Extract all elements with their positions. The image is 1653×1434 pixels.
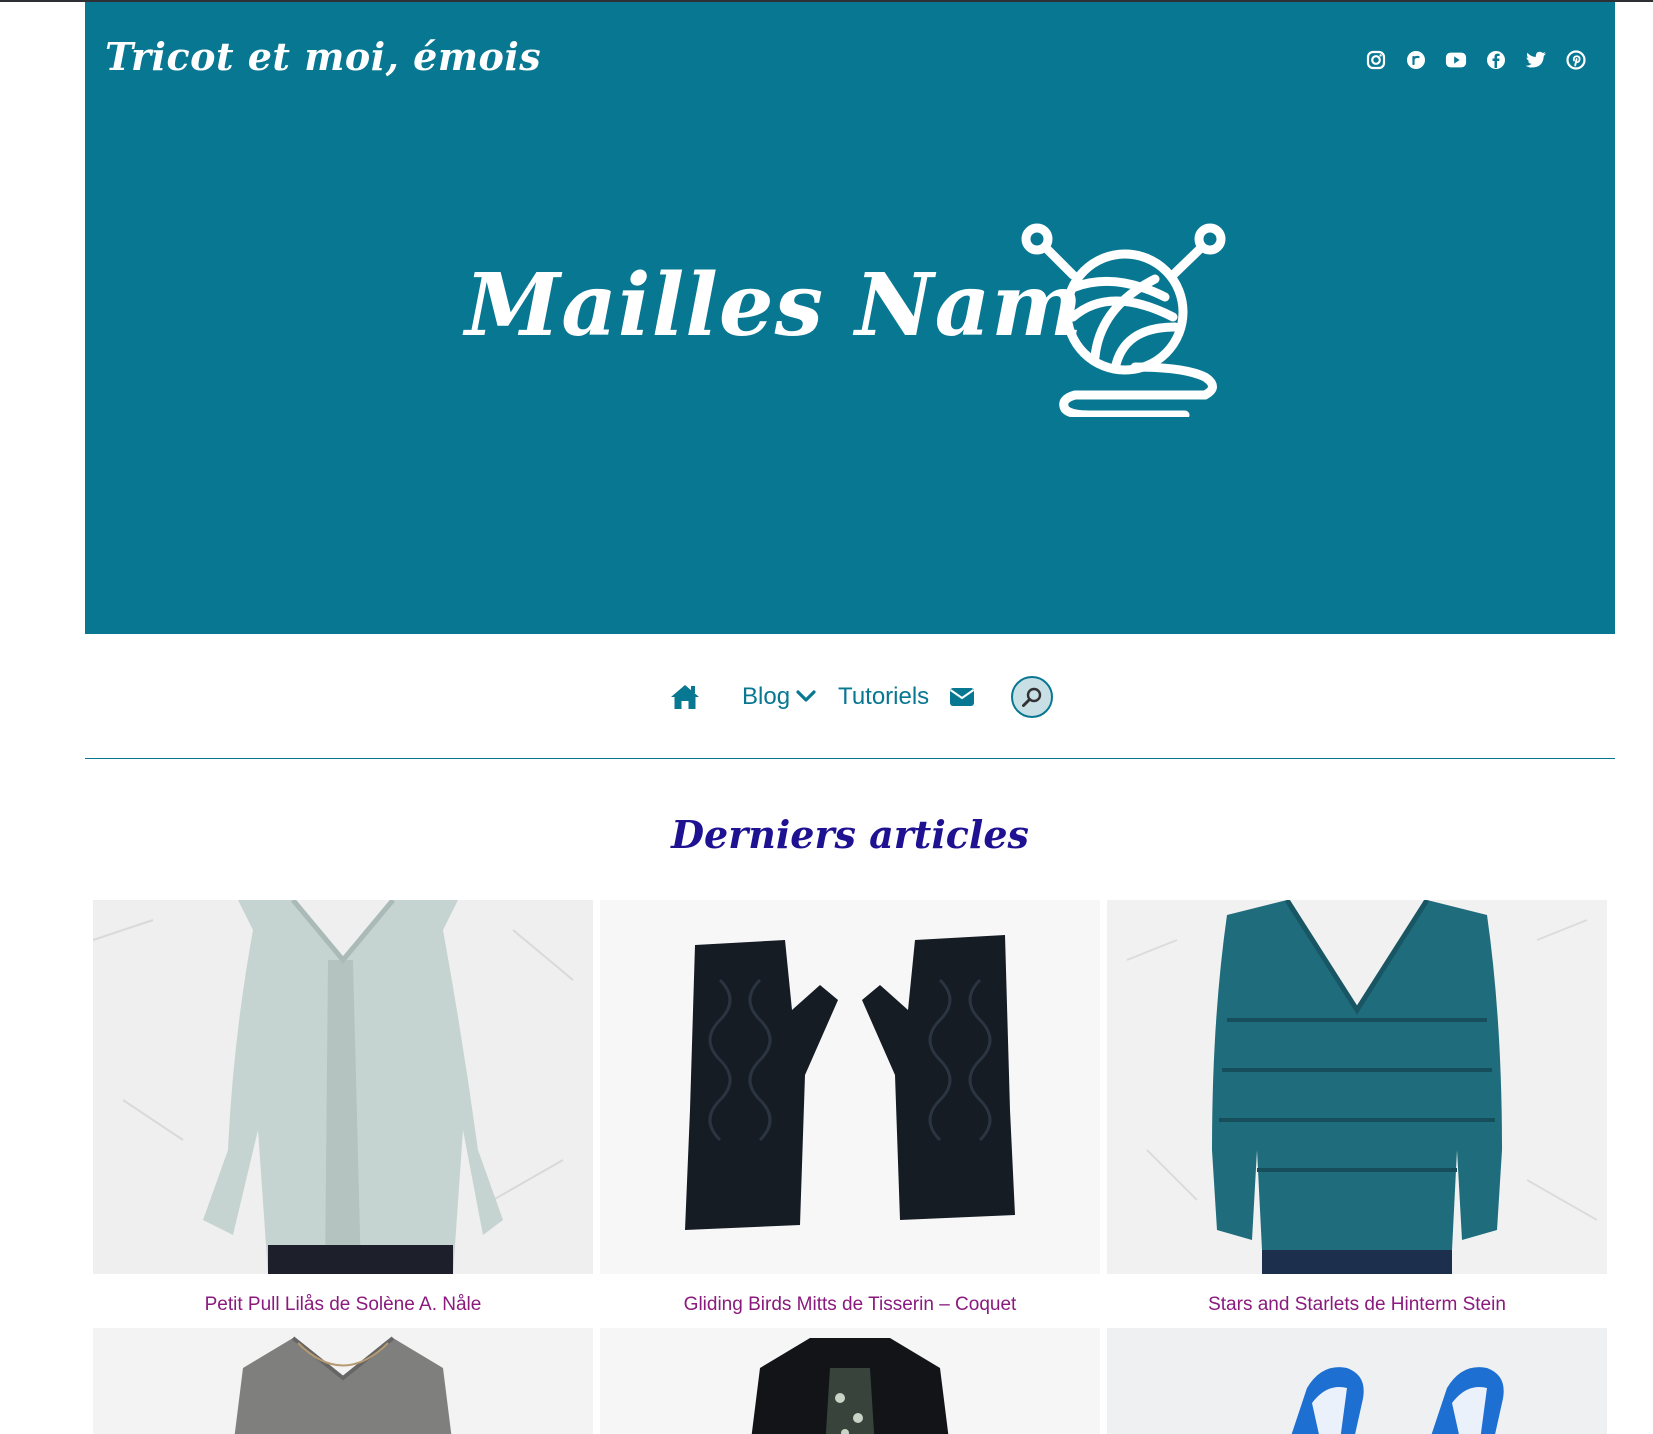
section-title: Derniers articles (671, 812, 1029, 857)
navy-fingerless-mitts-photo (600, 900, 1100, 1274)
grey-v-neck-sweater-photo (93, 1328, 593, 1434)
envelope-icon[interactable] (949, 685, 977, 709)
nav-item-blog-label: Blog (742, 683, 791, 710)
site-header: Tricot et moi, émois Mailles Nam (85, 2, 1615, 634)
pinterest-icon[interactable] (1565, 49, 1587, 71)
post-title[interactable]: Petit Pull Lilås de Solène A. Nåle (93, 1294, 593, 1316)
twitter-icon[interactable] (1525, 49, 1547, 71)
post-card[interactable] (93, 1328, 593, 1434)
post-thumbnail[interactable] (93, 1328, 593, 1434)
site-logo[interactable]: Mailles Nam (465, 217, 1245, 427)
post-card[interactable] (600, 1328, 1100, 1434)
ravelry-icon[interactable] (1405, 49, 1427, 71)
search-icon (1022, 687, 1042, 707)
post-card[interactable]: Petit Pull Lilås de Solène A. Nåle (93, 900, 593, 1316)
post-title[interactable]: Gliding Birds Mitts de Tisserin – Coquet (600, 1294, 1100, 1316)
light-mint-sweater-photo (93, 900, 593, 1274)
site-title[interactable]: Tricot et moi, émois (105, 34, 541, 79)
instagram-icon[interactable] (1365, 49, 1387, 71)
post-card[interactable]: Gliding Birds Mitts de Tisserin – Coquet (600, 900, 1100, 1316)
chevron-down-icon (796, 690, 816, 702)
nav-item-blog[interactable]: Blog (742, 683, 816, 711)
post-thumbnail[interactable] (1107, 1328, 1607, 1434)
black-cardigan-photo (600, 1328, 1100, 1434)
post-thumbnail[interactable] (93, 900, 593, 1274)
page: Tricot et moi, émois Mailles Nam Blog Tu… (0, 0, 1653, 1434)
search-button[interactable] (1011, 676, 1054, 718)
post-title[interactable]: Stars and Starlets de Hinterm Stein (1107, 1294, 1607, 1316)
facebook-icon[interactable] (1485, 49, 1507, 71)
main-nav: Blog Tutoriels (85, 634, 1615, 759)
youtube-icon[interactable] (1445, 49, 1467, 71)
nav-item-tutoriels[interactable]: Tutoriels (838, 683, 929, 711)
blue-yarn-clips-photo (1107, 1328, 1607, 1434)
yarn-ball-logo-icon (1021, 223, 1226, 417)
home-icon[interactable] (670, 682, 704, 712)
post-thumbnail[interactable] (1107, 900, 1607, 1274)
teal-v-neck-sweater-photo (1107, 900, 1607, 1274)
nav-items: Blog Tutoriels (670, 674, 1054, 720)
post-thumbnail[interactable] (600, 1328, 1100, 1434)
logo-text: Mailles Nam (465, 255, 1084, 356)
post-thumbnail[interactable] (600, 900, 1100, 1274)
post-card[interactable] (1107, 1328, 1607, 1434)
social-icons (1365, 49, 1587, 71)
post-card[interactable]: Stars and Starlets de Hinterm Stein (1107, 900, 1607, 1316)
